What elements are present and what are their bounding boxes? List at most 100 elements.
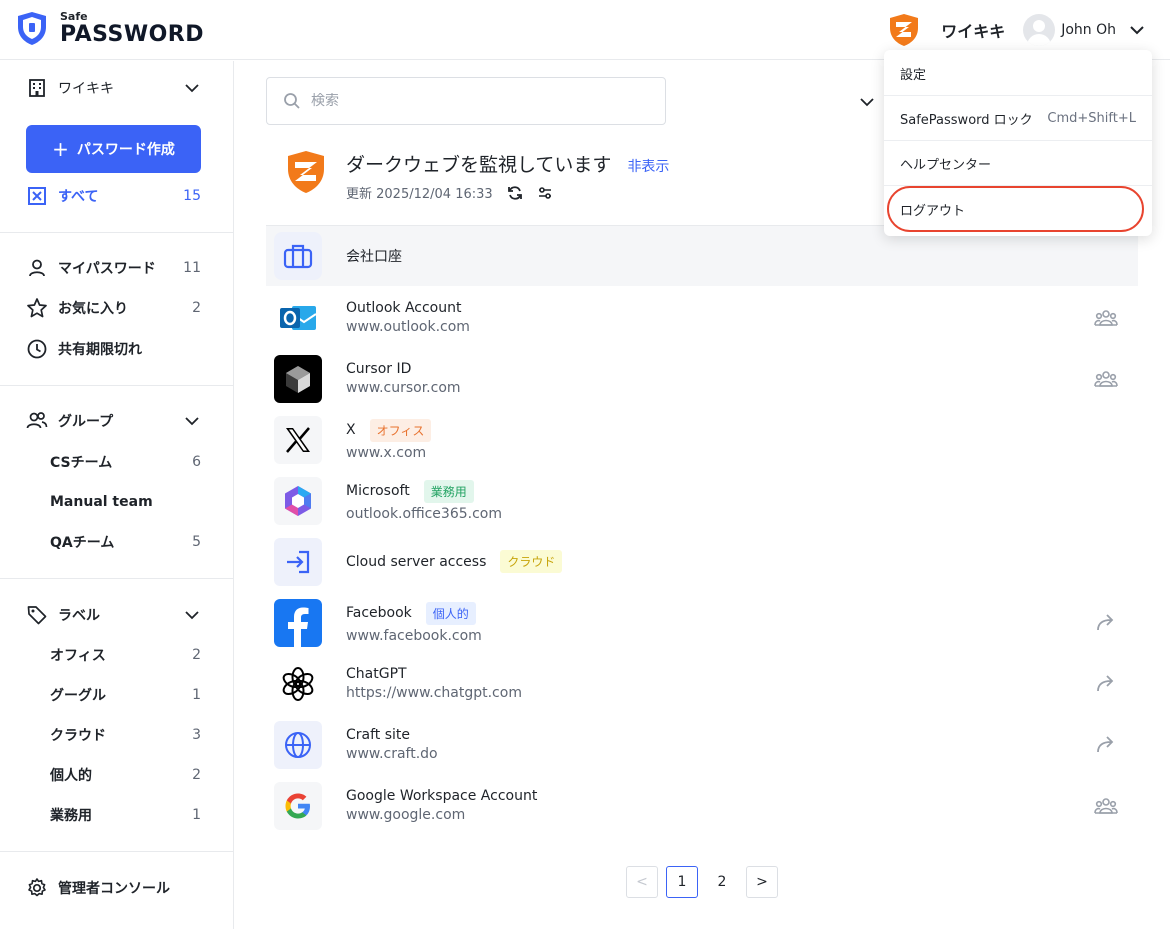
share-icon[interactable]: [1094, 672, 1118, 696]
header-user-name[interactable]: John Oh: [1061, 22, 1116, 38]
sidebar-item-count: 6: [192, 454, 201, 470]
sidebar-item-my-passwords[interactable]: マイパスワード 11: [26, 255, 201, 281]
login-arrow-icon: [274, 537, 322, 586]
share-icon[interactable]: [1094, 733, 1118, 757]
list-item[interactable]: Google Workspace Account www.google.com: [266, 775, 1138, 836]
avatar[interactable]: [1023, 14, 1056, 46]
list-item[interactable]: Craft site www.craft.do: [266, 714, 1138, 775]
item-name: Facebook: [346, 605, 412, 621]
microsoft-copilot-logo-icon: [274, 476, 322, 525]
sidebar-item-group[interactable]: CSチーム 6: [50, 449, 201, 475]
chevron-down-icon[interactable]: [183, 606, 201, 624]
sidebar-item-favorites[interactable]: お気に入り 2: [26, 295, 201, 321]
sidebar-item-label: マイパスワード: [58, 261, 156, 277]
search-box[interactable]: [266, 77, 666, 125]
sidebar-item-label: すべて: [58, 189, 99, 205]
prev-page-button[interactable]: <: [626, 866, 658, 898]
menu-item-shortcut: Cmd+Shift+L: [1047, 111, 1136, 126]
sidebar-item-count: 1: [192, 687, 201, 703]
group-icon[interactable]: [1094, 794, 1118, 818]
darkweb-shield-icon: [288, 151, 324, 193]
sidebar-item-label: クラウド: [50, 728, 106, 744]
building-icon: [26, 77, 48, 99]
sidebar-item-label-filter[interactable]: 業務用 1: [50, 802, 201, 828]
sidebar-item-label-filter[interactable]: 個人的 2: [50, 762, 201, 788]
item-name: Google Workspace Account: [346, 788, 538, 804]
shield-lock-icon: [18, 12, 46, 45]
item-name: Microsoft: [346, 483, 410, 499]
sidebar-item-label-filter[interactable]: オフィス 2: [50, 642, 201, 668]
item-name: Craft site: [346, 727, 411, 743]
sidebar-section-title: グループ: [58, 414, 114, 430]
all-items-icon: [26, 185, 48, 207]
list-item[interactable]: Facebook 個人的 www.facebook.com: [266, 592, 1138, 653]
sidebar-item-label: 共有期限切れ: [58, 342, 142, 358]
divider: [0, 385, 233, 386]
list-item[interactable]: Outlook Account www.outlook.com: [266, 287, 1138, 348]
search-icon: [284, 93, 300, 109]
item-url: www.outlook.com: [346, 319, 470, 335]
group-icon[interactable]: [1094, 306, 1118, 330]
sidebar-section-labels[interactable]: ラベル: [26, 602, 201, 628]
org-brand-icon: [890, 14, 919, 46]
plus-icon: +: [52, 137, 69, 161]
list-item[interactable]: Cursor ID www.cursor.com: [266, 348, 1138, 409]
chevron-down-icon[interactable]: [1128, 21, 1146, 39]
chatgpt-logo-icon: [274, 660, 322, 708]
item-url: www.craft.do: [346, 746, 438, 762]
outlook-logo-icon: [274, 294, 322, 342]
page-button[interactable]: 2: [706, 866, 738, 898]
sidebar-item-admin-console[interactable]: 管理者コンソール: [26, 875, 201, 901]
menu-item-settings[interactable]: 設定: [884, 52, 1152, 96]
app-logo[interactable]: Safe PASSWORD: [14, 10, 204, 46]
cursor-logo-icon: [274, 354, 322, 403]
sliders-icon[interactable]: [537, 185, 553, 201]
create-password-button[interactable]: + パスワード作成: [26, 125, 201, 173]
chevron-down-icon[interactable]: [183, 412, 201, 430]
menu-item-lock[interactable]: SafePassword ロック Cmd+Shift+L: [884, 97, 1152, 141]
darkweb-updated-time: 更新 2025/12/04 16:33: [346, 187, 493, 202]
category-label: 会社口座: [346, 249, 402, 265]
sidebar-item-label: グーグル: [50, 688, 106, 704]
divider: [0, 578, 233, 579]
org-selector[interactable]: ワイキキ: [26, 75, 201, 101]
next-page-button[interactable]: >: [746, 866, 778, 898]
sidebar-item-all[interactable]: すべて 15: [26, 183, 201, 209]
sidebar-item-label: Manual team: [50, 494, 153, 510]
sidebar: ワイキキ + パスワード作成 すべて 15 マイパスワード 11 お気に入り 2…: [0, 61, 234, 929]
sidebar-section-groups[interactable]: グループ: [26, 408, 201, 434]
item-name: Outlook Account: [346, 300, 462, 316]
sidebar-item-share-expired[interactable]: 共有期限切れ: [26, 336, 201, 362]
list-item[interactable]: Microsoft 業務用 outlook.office365.com: [266, 470, 1138, 531]
sidebar-item-label: 業務用: [50, 808, 92, 824]
header-org-name[interactable]: ワイキキ: [941, 18, 1005, 42]
item-url: www.x.com: [346, 444, 427, 461]
divider: [0, 851, 233, 852]
divider: [0, 232, 233, 233]
menu-item-help-center[interactable]: ヘルプセンター: [884, 142, 1152, 186]
google-logo-icon: [274, 781, 322, 830]
label-tag: 業務用: [423, 479, 474, 503]
page-button[interactable]: 1: [666, 866, 698, 898]
search-input[interactable]: [311, 93, 631, 109]
list-item[interactable]: Cloud server access クラウド: [266, 531, 1138, 592]
share-icon[interactable]: [1094, 611, 1118, 635]
sidebar-item-label: 管理者コンソール: [58, 881, 170, 897]
sidebar-item-count: 15: [183, 188, 201, 204]
tag-icon: [26, 604, 48, 626]
group-icon[interactable]: [1094, 367, 1118, 391]
refresh-icon[interactable]: [507, 185, 523, 201]
list-item[interactable]: ChatGPT https://www.chatgpt.com: [266, 653, 1138, 714]
chevron-down-icon[interactable]: [858, 93, 876, 111]
item-url: https://www.chatgpt.com: [346, 685, 522, 701]
logo-big-text: PASSWORD: [60, 21, 205, 47]
sidebar-item-label-filter[interactable]: クラウド 3: [50, 722, 201, 748]
item-name: Cloud server access: [346, 553, 487, 570]
list-item[interactable]: X オフィス www.x.com: [266, 409, 1138, 470]
clock-icon: [26, 338, 48, 360]
darkweb-hide-link[interactable]: 非表示: [627, 156, 669, 176]
sidebar-item-group[interactable]: Manual team: [50, 489, 201, 515]
logo-small-text: Safe: [60, 9, 88, 23]
sidebar-item-label-filter[interactable]: グーグル 1: [50, 682, 201, 708]
sidebar-item-group[interactable]: QAチーム 5: [50, 529, 201, 555]
